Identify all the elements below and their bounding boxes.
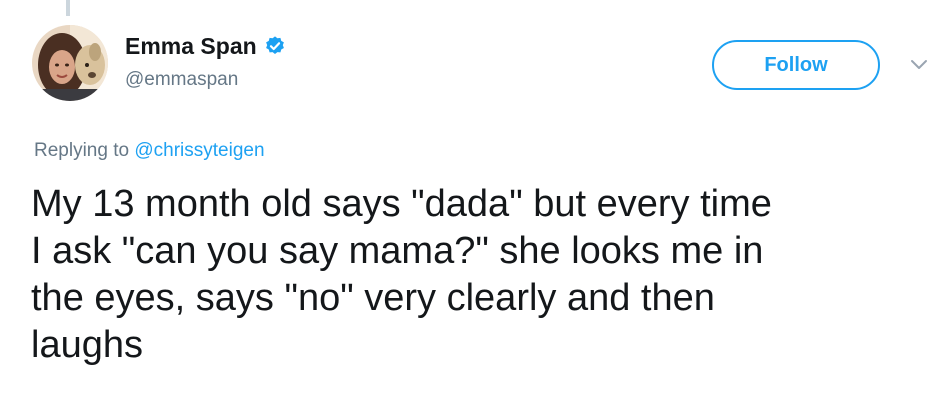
avatar[interactable]	[32, 25, 108, 101]
tweet-text-line: the eyes, says "no" very clearly and the…	[31, 277, 715, 319]
thread-connector-line	[66, 0, 70, 16]
verified-badge-icon	[265, 36, 284, 54]
tweet-text-line: My 13 month old says "dada" but every ti…	[31, 183, 772, 225]
reply-context-prefix: Replying to	[34, 140, 135, 161]
tweet-author: Emma Span @emmaspan	[125, 32, 286, 91]
user-avatar-photo-icon	[32, 25, 108, 101]
author-name-row: Emma Span	[125, 32, 286, 60]
tweet-text-line: I ask "can you say mama?" she looks me i…	[31, 230, 764, 272]
tweet-text: My 13 month old says "dada" but every ti…	[31, 181, 931, 369]
author-display-name[interactable]: Emma Span	[125, 33, 257, 60]
chevron-down-icon[interactable]	[908, 56, 930, 74]
author-handle[interactable]: @emmaspan	[125, 69, 286, 91]
tweet-text-line: laughs	[31, 324, 143, 366]
reply-context: Replying to @chrissyteigen	[34, 140, 265, 162]
reply-to-mention-link[interactable]: @chrissyteigen	[134, 140, 264, 161]
follow-button[interactable]: Follow	[712, 40, 880, 90]
